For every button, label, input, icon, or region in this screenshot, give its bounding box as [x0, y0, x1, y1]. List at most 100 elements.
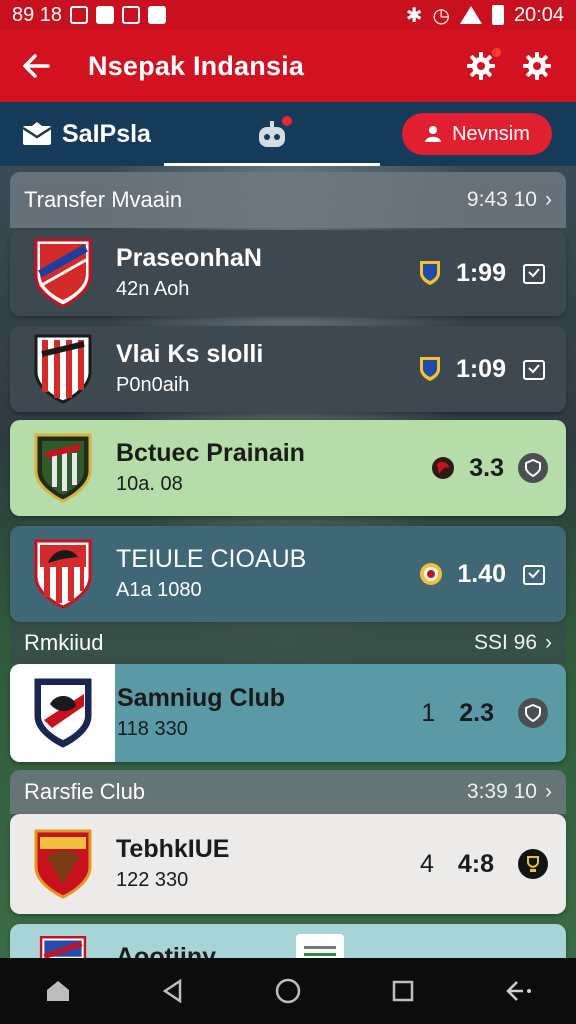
- menu-icon[interactable]: [296, 934, 344, 958]
- home-circle-button[interactable]: [258, 961, 318, 1021]
- alarm-icon: ◷: [432, 4, 450, 27]
- recents-button[interactable]: [373, 961, 433, 1021]
- league-badge-icon: [432, 457, 455, 479]
- shield-icon: [122, 6, 141, 24]
- home-button[interactable]: [28, 961, 88, 1021]
- list-item[interactable]: TebhkIUE 122 330 4 4:8: [10, 814, 566, 914]
- club-name: TebhkIUE: [116, 834, 230, 863]
- card-right: 4 4:8: [420, 849, 548, 879]
- section-title: Transfer Mvaain: [24, 187, 183, 212]
- back-nav-button[interactable]: [143, 961, 203, 1021]
- status-time: 20:04: [513, 3, 564, 26]
- club-score: 3.3: [469, 453, 504, 482]
- list-item[interactable]: Samniug Club 118 330 1 2.3: [10, 664, 566, 762]
- section-meta-value: 9:43 10: [466, 188, 537, 211]
- list-item[interactable]: Aootiiny: [10, 924, 566, 958]
- club-crest-icon: [34, 829, 92, 899]
- list-item[interactable]: PraseonhaN 42n Aoh 1:99: [10, 230, 566, 316]
- section-header-rarsfie[interactable]: Rarsfie Club 3:39 10 ›: [10, 770, 566, 814]
- notifications-settings-button[interactable]: [464, 47, 502, 83]
- club-name: Vlai Ks sIolli: [116, 339, 264, 368]
- save-icon: [523, 565, 545, 585]
- app-icon: [148, 6, 167, 24]
- tab-robot[interactable]: [164, 102, 380, 166]
- card-right: 1:09: [418, 355, 548, 384]
- club-list: Transfer Mvaain 9:43 10 › PraseonhaN 42n…: [0, 166, 576, 958]
- card-text: Bctuec Prainain 10a. 08: [116, 438, 305, 497]
- card-text: TEIULE CIOAUB A1a 1080: [116, 544, 307, 603]
- tab-mail-label: SaIPsla: [62, 119, 151, 148]
- back-button[interactable]: [0, 30, 72, 102]
- club-name: TEIULE CIOAUB: [116, 544, 307, 573]
- card-text: Vlai Ks sIolli P0n0aih: [116, 339, 264, 398]
- list-item[interactable]: Bctuec Prainain 10a. 08 3.3: [10, 420, 566, 516]
- league-badge-icon: [419, 357, 440, 381]
- club-score: 2.3: [459, 698, 494, 727]
- shield-icon: [525, 704, 541, 722]
- card-text: PraseonhaN 42n Aoh: [116, 243, 262, 302]
- status-right: ✱ ◷ 20:04: [406, 3, 564, 28]
- card-right: 1.40: [419, 560, 548, 589]
- section-title: Rmkiiud: [24, 630, 104, 655]
- section-meta: 3:39 10 ›: [467, 780, 552, 804]
- gear-icon: [523, 52, 551, 80]
- status-left: 89 18: [12, 4, 167, 27]
- club-score: 4:8: [457, 849, 494, 878]
- club-rank: 4: [419, 849, 434, 878]
- list-item[interactable]: TEIULE CIOAUB A1a 1080 1.40: [10, 526, 566, 622]
- favorite-button[interactable]: [518, 698, 548, 728]
- save-button[interactable]: [520, 560, 548, 588]
- wifi-icon: [459, 6, 482, 24]
- user-icon: [425, 126, 442, 142]
- club-crest-icon: [34, 678, 91, 748]
- favorite-button[interactable]: [518, 453, 548, 483]
- chevron-right-icon: ›: [545, 780, 552, 803]
- club-name: PraseonhaN: [116, 243, 262, 272]
- battery-icon: [491, 5, 504, 25]
- new-user-button[interactable]: Nevnsim: [402, 113, 552, 155]
- card-text: TebhkIUE 122 330: [116, 834, 230, 893]
- tab-mail[interactable]: SaIPsla: [0, 102, 164, 166]
- save-icon: [523, 264, 545, 284]
- system-nav-bar: [0, 958, 576, 1024]
- club-subtitle: P0n0aih: [116, 374, 190, 397]
- section-header-ranking[interactable]: Rmkiiud SSI 96 ›: [10, 622, 566, 664]
- club-crest-icon: [39, 936, 87, 958]
- club-score: 1:09: [455, 354, 506, 383]
- triangle-back-icon: [162, 978, 182, 1004]
- mail-icon: [22, 122, 52, 145]
- save-button[interactable]: [520, 259, 548, 287]
- section-meta: 9:43 10 ›: [467, 188, 552, 212]
- list-item[interactable]: Vlai Ks sIolli P0n0aih 1:09: [10, 326, 566, 412]
- club-name: Bctuec Prainain: [116, 438, 305, 467]
- trophy-button[interactable]: [518, 849, 548, 879]
- club-crest-icon: [34, 238, 92, 308]
- section-meta-value: SSI 96: [473, 631, 537, 654]
- save-icon: [523, 360, 545, 380]
- new-user-label: Nevnsim: [452, 122, 530, 145]
- crest-pane: [10, 664, 115, 762]
- circle-home-icon: [275, 978, 301, 1004]
- notification-badge: [491, 47, 502, 58]
- message-icon: [96, 6, 115, 24]
- club-rank: 1: [421, 698, 436, 727]
- status-bar: 89 18 ✱ ◷ 20:04: [0, 0, 576, 30]
- club-crest-icon: [34, 433, 92, 503]
- section-meta: SSI 96 ›: [474, 631, 552, 655]
- club-name: Samniug Club: [117, 683, 286, 712]
- card-text: Aootiiny: [116, 943, 216, 958]
- page-title: Nsepak Indansia: [88, 50, 305, 81]
- card-right: 1 2.3: [421, 698, 548, 728]
- square-recents-icon: [392, 980, 414, 1002]
- league-badge-icon: [420, 563, 443, 585]
- settings-button[interactable]: [520, 49, 554, 83]
- save-button[interactable]: [520, 355, 548, 383]
- club-subtitle: 118 330: [117, 718, 188, 741]
- assist-button[interactable]: [488, 961, 548, 1021]
- notification-icon: [70, 6, 89, 24]
- section-meta-value: 3:39 10: [466, 780, 537, 803]
- club-score: 1:99: [455, 258, 506, 287]
- card-right: 1:99: [418, 259, 548, 288]
- club-crest-icon: [34, 539, 92, 609]
- section-header-transfer[interactable]: Transfer Mvaain 9:43 10 ›: [10, 172, 566, 228]
